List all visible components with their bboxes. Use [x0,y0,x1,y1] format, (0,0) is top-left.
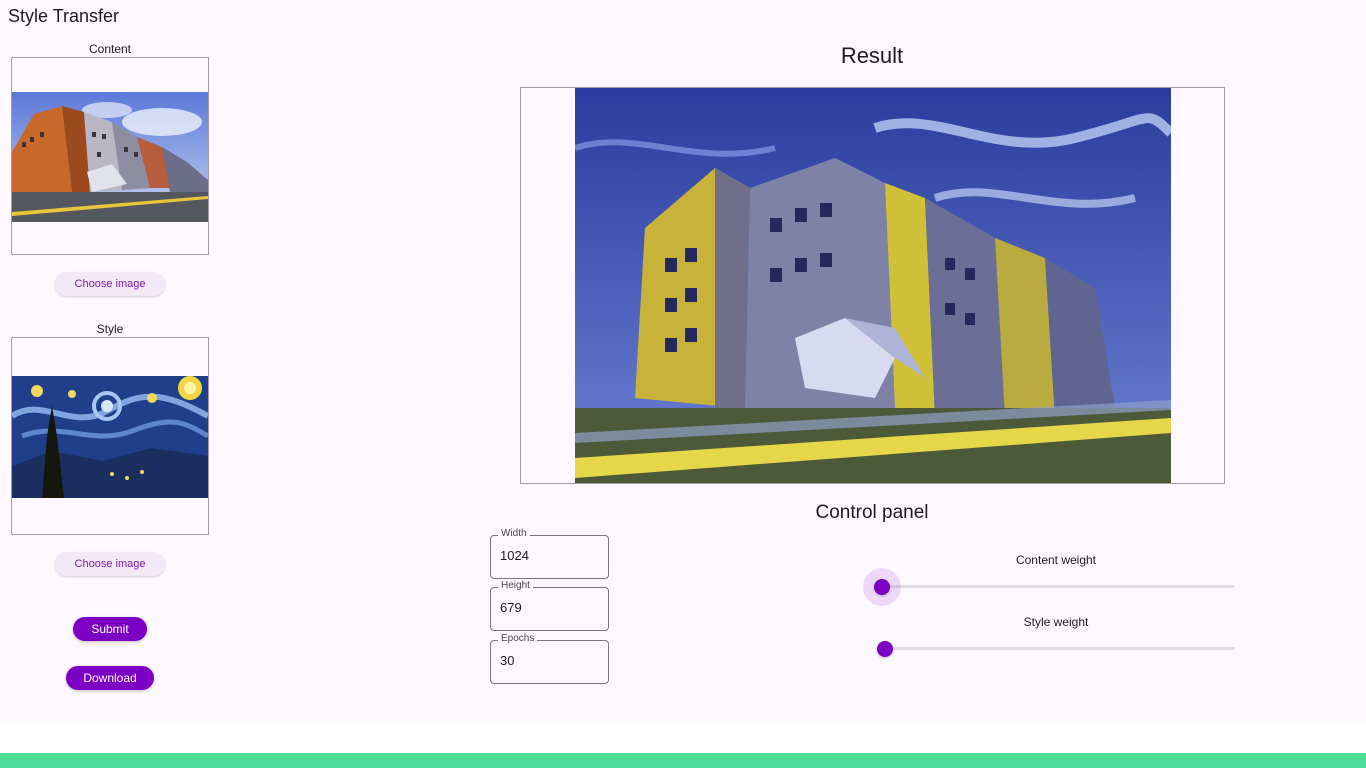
epochs-input[interactable] [500,653,600,668]
style-image-frame [11,337,209,535]
style-image [12,376,208,498]
bottom-bar [0,753,1366,768]
width-field-label: Width [498,528,530,539]
result-image-frame [520,87,1225,484]
style-weight-slider[interactable] [882,647,1235,650]
app-window: Style Transfer Content Choose image Styl… [0,0,1366,722]
content-image [12,92,208,222]
result-title: Result [840,43,904,68]
control-panel-title: Control panel [815,502,929,523]
content-weight-slider[interactable] [882,585,1235,588]
style-weight-thumb[interactable] [877,641,893,657]
height-input[interactable] [500,600,600,615]
epochs-field[interactable]: Epochs [490,633,609,684]
style-label: Style [96,322,124,336]
width-input[interactable] [500,548,600,563]
content-label: Content [88,42,132,56]
epochs-field-label: Epochs [498,633,538,644]
result-image [575,88,1171,483]
content-image-frame [11,57,209,255]
height-field[interactable]: Height [490,580,609,631]
height-field-label: Height [498,580,533,591]
style-weight-label: Style weight [1023,615,1089,629]
width-field[interactable]: Width [490,528,609,579]
download-button[interactable]: Download [66,666,154,690]
submit-button[interactable]: Submit [73,617,147,641]
content-choose-image-button[interactable]: Choose image [55,272,165,296]
content-weight-label: Content weight [1015,553,1097,567]
content-weight-thumb[interactable] [874,579,890,595]
app-title: Style Transfer [8,6,120,26]
style-choose-image-button[interactable]: Choose image [55,552,165,576]
